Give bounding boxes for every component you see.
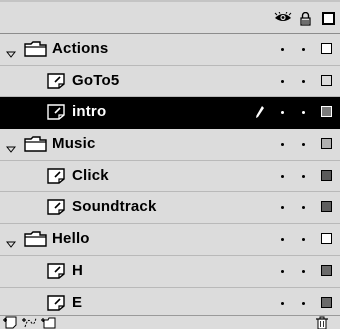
layer-name[interactable]: Music xyxy=(52,135,96,152)
expand-chevron-icon[interactable] xyxy=(5,140,17,158)
layer-name[interactable]: H xyxy=(72,262,83,279)
pencil-icon xyxy=(255,105,265,124)
lock-dot[interactable] xyxy=(302,238,305,242)
layer-name[interactable]: Soundtrack xyxy=(72,198,157,215)
layer-row-h[interactable]: H xyxy=(0,255,340,288)
layers-header xyxy=(0,0,340,34)
add-motion-guide-icon[interactable] xyxy=(22,316,38,329)
outline-color-square[interactable] xyxy=(321,233,332,245)
visibility-dot[interactable] xyxy=(281,79,284,83)
lock-icon[interactable] xyxy=(300,12,311,26)
visibility-dot[interactable] xyxy=(281,269,284,273)
layer-name[interactable]: Click xyxy=(72,167,109,184)
layer-row-goto5[interactable]: GoTo5 xyxy=(0,65,340,98)
lock-dot[interactable] xyxy=(302,48,305,51)
eye-icon[interactable] xyxy=(274,12,292,23)
lock-dot[interactable] xyxy=(302,301,305,305)
layers-toolbar xyxy=(0,315,340,329)
lock-dot[interactable] xyxy=(302,269,305,273)
layer-row-click[interactable]: Click xyxy=(0,160,340,193)
trash-icon[interactable] xyxy=(315,316,329,329)
visibility-dot[interactable] xyxy=(281,301,284,305)
layer-name[interactable]: intro xyxy=(72,103,106,120)
outline-color-square[interactable] xyxy=(321,43,332,54)
folder-row-music[interactable]: Music xyxy=(0,129,340,161)
visibility-dot[interactable] xyxy=(281,48,284,51)
expand-chevron-icon[interactable] xyxy=(5,45,17,63)
layer-icon xyxy=(46,103,66,126)
layer-name[interactable]: Hello xyxy=(52,230,90,247)
outline-color-square[interactable] xyxy=(321,74,332,86)
layer-name[interactable]: Actions xyxy=(52,40,108,57)
visibility-dot[interactable] xyxy=(281,206,284,210)
lock-dot[interactable] xyxy=(302,79,305,83)
lock-dot[interactable] xyxy=(302,206,305,210)
layer-icon xyxy=(46,198,66,221)
lock-dot[interactable] xyxy=(302,174,305,178)
visibility-dot[interactable] xyxy=(281,174,284,178)
outline-icon[interactable] xyxy=(322,12,335,25)
layer-icon xyxy=(46,72,66,95)
expand-chevron-icon[interactable] xyxy=(5,235,17,253)
layer-icon xyxy=(46,294,66,317)
outline-color-square[interactable] xyxy=(321,169,332,181)
layers-panel: Actions GoTo5 intro Music Click Soundtrack Hel… xyxy=(0,0,340,329)
layer-name[interactable]: E xyxy=(72,294,82,311)
folder-icon xyxy=(24,40,48,63)
layer-icon xyxy=(46,167,66,190)
folder-row-hello[interactable]: Hello xyxy=(0,224,340,256)
lock-dot[interactable] xyxy=(302,111,305,115)
outline-color-square[interactable] xyxy=(321,264,332,276)
outline-color-square[interactable] xyxy=(321,296,332,308)
folder-icon xyxy=(24,135,48,158)
layer-row-intro[interactable]: intro xyxy=(0,97,340,130)
outline-color-square[interactable] xyxy=(321,201,332,213)
outline-color-square[interactable] xyxy=(321,106,332,118)
layer-name[interactable]: GoTo5 xyxy=(72,72,119,89)
visibility-dot[interactable] xyxy=(281,111,284,115)
visibility-dot[interactable] xyxy=(281,143,284,147)
folder-icon xyxy=(24,230,48,253)
outline-color-square[interactable] xyxy=(321,138,332,150)
add-folder-icon[interactable] xyxy=(41,316,59,329)
folder-row-actions[interactable]: Actions xyxy=(0,34,340,66)
layer-icon xyxy=(46,262,66,285)
add-layer-icon[interactable] xyxy=(3,316,19,329)
layer-row-soundtrack[interactable]: Soundtrack xyxy=(0,192,340,225)
layer-list: Actions GoTo5 intro Music Click Soundtrack Hel… xyxy=(0,34,340,320)
lock-dot[interactable] xyxy=(302,143,305,147)
visibility-dot[interactable] xyxy=(281,238,284,242)
